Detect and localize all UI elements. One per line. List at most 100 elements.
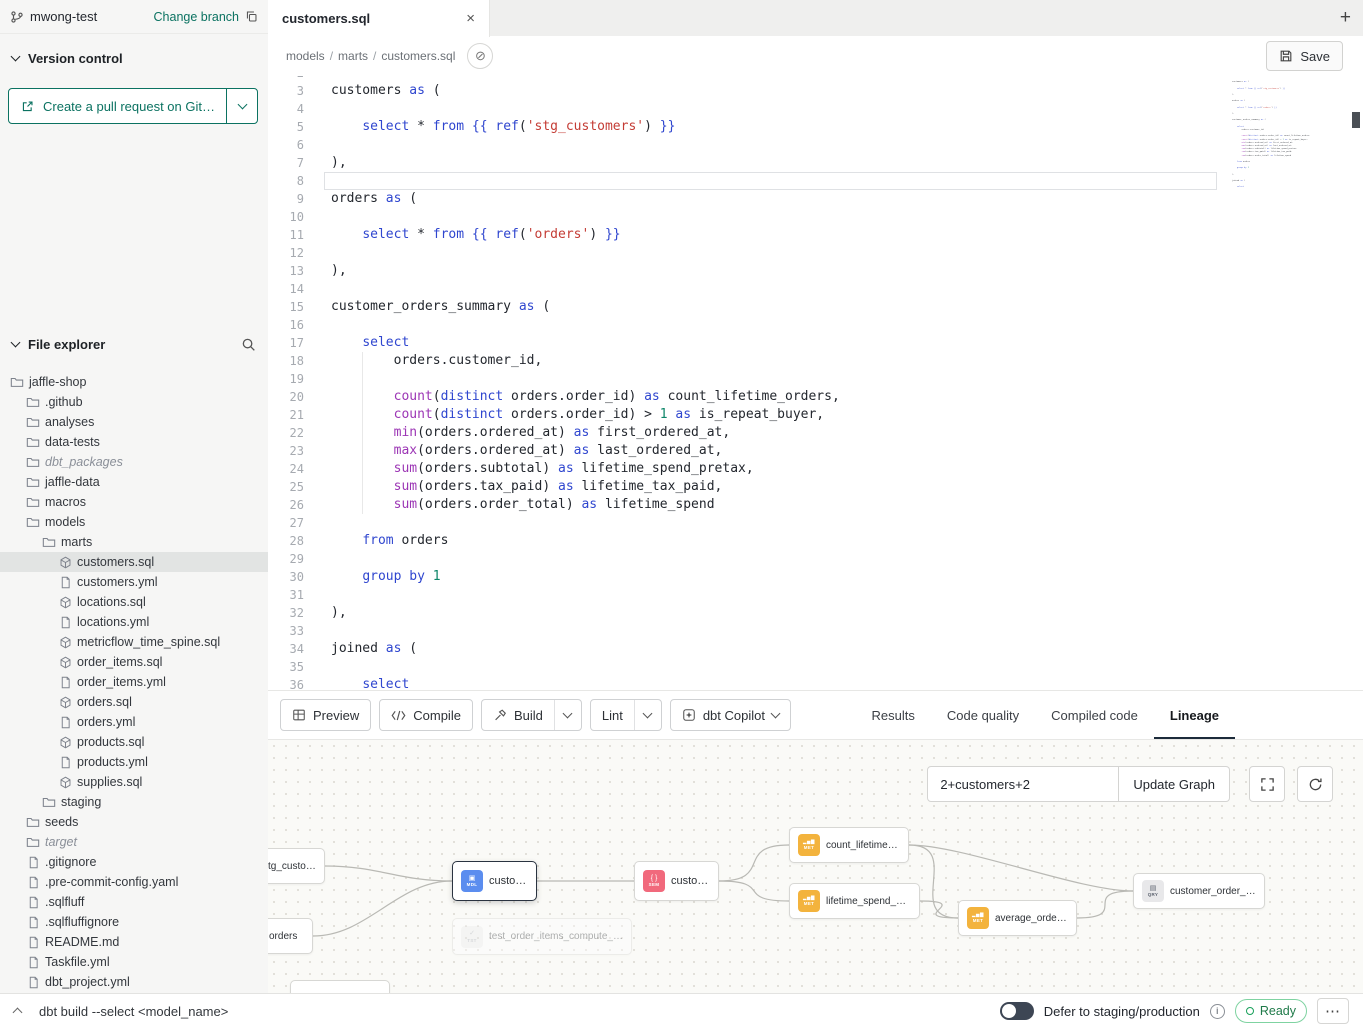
- code-editor[interactable]: 2345678910111213141516171819202122232425…: [268, 76, 1363, 690]
- tree-item-customers.yml[interactable]: customers.yml: [0, 572, 268, 592]
- tree-item-orders.yml[interactable]: orders.yml: [0, 712, 268, 732]
- lint-dropdown[interactable]: [634, 700, 661, 730]
- chevron-down-icon: [11, 338, 21, 348]
- tree-item-locations.sql[interactable]: locations.sql: [0, 592, 268, 612]
- lineage-node-customers_semantic[interactable]: { }SEMcustomers: [634, 861, 719, 901]
- tree-item-models[interactable]: models: [0, 512, 268, 532]
- status-bar: dbt build --select <model_name> Defer to…: [0, 993, 1363, 1028]
- dbt-copilot-button[interactable]: dbt Copilot: [670, 699, 791, 731]
- change-branch-link[interactable]: Change branch: [154, 10, 239, 24]
- tree-item-seeds[interactable]: seeds: [0, 812, 268, 832]
- tab-lineage[interactable]: Lineage: [1154, 691, 1235, 739]
- branch-name: mwong-test: [30, 9, 97, 24]
- build-dropdown[interactable]: [554, 700, 581, 730]
- copy-branch-icon[interactable]: [245, 10, 258, 23]
- lineage-node-lifetime_spend_pretax[interactable]: ▂▅▇MET lifetime_spend_pretax: [789, 883, 920, 919]
- status-badge: Ready: [1235, 999, 1307, 1023]
- tree-item-marts[interactable]: marts: [0, 532, 268, 552]
- tree-item-jaffle-shop[interactable]: jaffle-shop: [0, 372, 268, 392]
- tree-item-data-tests[interactable]: data-tests: [0, 432, 268, 452]
- document-file-icon: [58, 675, 72, 689]
- tab-compiled-code[interactable]: Compiled code: [1035, 691, 1154, 739]
- new-tab-button[interactable]: +: [1340, 0, 1351, 36]
- command-input[interactable]: dbt build --select <model_name>: [39, 1004, 228, 1019]
- lineage-controls: Update Graph: [927, 766, 1333, 802]
- folder-icon: [26, 835, 40, 849]
- met-node-icon: ▂▅▇MET: [798, 890, 820, 912]
- lineage-node-average_order_value[interactable]: ▂▅▇METaverage_order_value: [958, 900, 1077, 936]
- close-tab-icon[interactable]: ×: [466, 11, 475, 26]
- save-button[interactable]: Save: [1266, 41, 1343, 71]
- update-graph-button[interactable]: Update Graph: [1119, 766, 1230, 802]
- search-icon[interactable]: [241, 337, 256, 352]
- tree-item-macros[interactable]: macros: [0, 492, 268, 512]
- build-button[interactable]: Build: [482, 700, 554, 730]
- result-tabs: ResultsCode qualityCompiled codeLineage: [856, 691, 1363, 739]
- tab-customers-sql[interactable]: customers.sql ×: [268, 0, 490, 37]
- tree-item-README.md[interactable]: README.md: [0, 932, 268, 952]
- tree-item-label: customers.sql: [77, 555, 154, 569]
- info-icon[interactable]: i: [1210, 1004, 1225, 1019]
- tree-item-dbt_packages[interactable]: dbt_packages: [0, 452, 268, 472]
- defer-toggle[interactable]: [1000, 1002, 1034, 1020]
- editor-scrollbar[interactable]: [1349, 76, 1363, 690]
- tree-item-dbt_project.yml[interactable]: dbt_project.yml: [0, 972, 268, 992]
- tree-item-.pre-commit-config.yaml[interactable]: .pre-commit-config.yaml: [0, 872, 268, 892]
- tree-item-label: orders.sql: [77, 695, 132, 709]
- lineage-node-customer_order_metrics[interactable]: ▤QRYcustomer_order_metrics: [1133, 873, 1265, 909]
- tree-item-label: orders.yml: [77, 715, 135, 729]
- lint-label: Lint: [602, 708, 623, 723]
- tree-item-locations.yml[interactable]: locations.yml: [0, 612, 268, 632]
- compile-button[interactable]: Compile: [379, 699, 473, 731]
- folder-icon: [26, 455, 40, 469]
- lineage-node-label: lifetime_spend_pretax: [826, 896, 911, 907]
- tree-item-Taskfile.yml[interactable]: Taskfile.yml: [0, 952, 268, 972]
- lineage-node-orders_model[interactable]: ▣MDLorders: [268, 918, 313, 954]
- format-icon[interactable]: ⊘: [467, 43, 493, 69]
- version-control-header[interactable]: Version control: [0, 46, 268, 70]
- create-pr-button[interactable]: Create a pull request on Git…: [9, 89, 226, 123]
- tree-item-.gitignore[interactable]: .gitignore: [0, 852, 268, 872]
- lineage-node-test_order_items[interactable]: ✓TSTtest_order_items_compute_to_bools...: [452, 918, 632, 955]
- create-pr-dropdown[interactable]: [226, 89, 257, 123]
- tree-item-.github[interactable]: .github: [0, 392, 268, 412]
- document-file-icon: [26, 875, 40, 889]
- scrollbar-thumb[interactable]: [1352, 112, 1360, 128]
- tree-item-target[interactable]: target: [0, 832, 268, 852]
- lineage-node-count_lifetime_orders[interactable]: ▂▅▇METcount_lifetime_orders: [789, 827, 909, 863]
- model-file-icon: [58, 695, 72, 709]
- more-options-button[interactable]: ⋯: [1317, 998, 1349, 1024]
- tree-item-.sqlfluff[interactable]: .sqlfluff: [0, 892, 268, 912]
- expand-panel-icon[interactable]: [13, 1008, 23, 1018]
- lineage-node-partial_node[interactable]: [290, 980, 390, 993]
- tab-code-quality[interactable]: Code quality: [931, 691, 1035, 739]
- lineage-node-label: count_lifetime_orders: [826, 840, 900, 851]
- preview-button[interactable]: Preview: [280, 699, 371, 731]
- tree-item-order_items.sql[interactable]: order_items.sql: [0, 652, 268, 672]
- minimap[interactable]: customers as ( select * from {{ ref('stg…: [1232, 76, 1345, 690]
- fullscreen-button[interactable]: [1249, 766, 1285, 802]
- tree-item-metricflow_time_spine.sql[interactable]: metricflow_time_spine.sql: [0, 632, 268, 652]
- lineage-node-customers_model[interactable]: ▣MDLcustomers: [452, 861, 537, 901]
- tree-item-label: .sqlfluffignore: [45, 915, 119, 929]
- tree-item-orders.sql[interactable]: orders.sql: [0, 692, 268, 712]
- tree-item-analyses[interactable]: analyses: [0, 412, 268, 432]
- lineage-selector-input[interactable]: [927, 766, 1119, 802]
- lint-button[interactable]: Lint: [591, 700, 634, 730]
- tree-item-products.yml[interactable]: products.yml: [0, 752, 268, 772]
- tree-item-jaffle-data[interactable]: jaffle-data: [0, 472, 268, 492]
- tree-item-products.sql[interactable]: products.sql: [0, 732, 268, 752]
- tree-item-.sqlfluffignore[interactable]: .sqlfluffignore: [0, 912, 268, 932]
- file-explorer-header[interactable]: File explorer: [0, 332, 268, 356]
- tree-item-customers.sql[interactable]: customers.sql: [0, 552, 268, 572]
- refresh-button[interactable]: [1297, 766, 1333, 802]
- breadcrumb-bar: models/marts/customers.sql ⊘ Save: [268, 36, 1363, 76]
- lineage-node-stg_customers[interactable]: ▣MDLstg_customers: [268, 848, 325, 884]
- editor-gutter: 2345678910111213141516171819202122232425…: [268, 76, 304, 690]
- tab-results[interactable]: Results: [856, 691, 931, 739]
- tree-item-supplies.sql[interactable]: supplies.sql: [0, 772, 268, 792]
- tree-item-staging[interactable]: staging: [0, 792, 268, 812]
- tree-item-label: README.md: [45, 935, 119, 949]
- tree-item-label: Taskfile.yml: [45, 955, 110, 969]
- tree-item-order_items.yml[interactable]: order_items.yml: [0, 672, 268, 692]
